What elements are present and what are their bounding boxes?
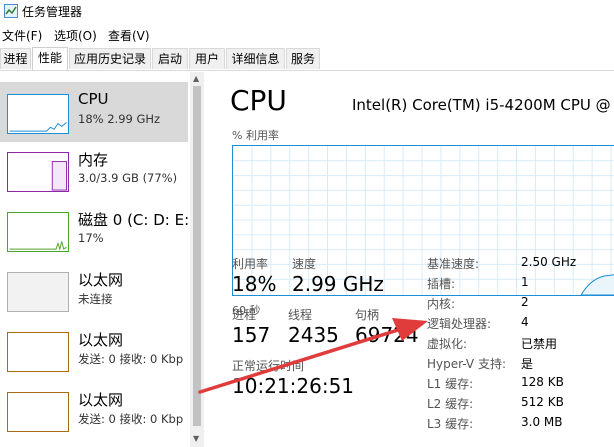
uptime-label: 正常运行时间 — [232, 359, 305, 373]
cpu-detail-panel: CPU Intel(R) Core(TM) i5-4200M CPU @ % 利… — [205, 72, 614, 447]
resource-list: CPU 18% 2.99 GHz 内存 3.0/3.9 GB (77%) 磁盘 … — [0, 72, 204, 447]
spec-value-l1-cache: 128 KB — [521, 375, 564, 389]
resource-name-ethernet-1: 以太网 — [78, 271, 124, 289]
resource-item-ethernet-1[interactable]: 以太网 未连接 — [0, 262, 188, 322]
resource-sub-ethernet-2: 发送: 0 接收: 0 Kbp — [78, 352, 184, 366]
cpu-model-name: Intel(R) Core(TM) i5-4200M CPU @ — [352, 96, 611, 114]
speed-label: 速度 — [292, 257, 317, 271]
spec-value-virtualization: 已禁用 — [521, 337, 558, 351]
spec-label-virtualization: 虚拟化: — [427, 337, 468, 351]
resource-name-ethernet-2: 以太网 — [78, 331, 124, 349]
tab-bar: 进程 性能 应用历史记录 启动 用户 详细信息 服务 — [0, 47, 614, 71]
title-bar: 任务管理器 — [0, 0, 614, 24]
resource-name-memory: 内存 — [78, 151, 109, 169]
spec-value-logical-processors: 4 — [521, 315, 529, 329]
window-title: 任务管理器 — [22, 5, 83, 19]
tab-users[interactable]: 用户 — [189, 48, 225, 69]
spec-label-base-speed: 基准速度: — [427, 257, 480, 271]
ethernet-3-thumbnail-graph — [7, 392, 69, 432]
spec-value-cores: 2 — [521, 295, 529, 309]
resource-sub-disk: 17% — [78, 231, 104, 245]
spec-label-cores: 内核: — [427, 297, 456, 311]
resource-sub-cpu: 18% 2.99 GHz — [78, 112, 161, 126]
spec-value-sockets: 1 — [521, 275, 529, 289]
spec-value-hyperv: 是 — [521, 357, 534, 371]
ethernet-1-thumbnail-graph — [7, 272, 69, 312]
ethernet-2-thumbnail-graph — [7, 332, 69, 372]
resource-sub-ethernet-3: 发送: 0 接收: 0 Kbp — [78, 412, 184, 426]
resource-name-disk: 磁盘 0 (C: D: E: — [78, 211, 190, 229]
resource-list-scrollbar[interactable]: ▲ ▼ — [190, 72, 204, 447]
menu-file[interactable]: 文件(F) — [2, 27, 42, 44]
cpu-thumbnail-graph — [7, 94, 69, 134]
scroll-up-icon[interactable]: ▲ — [193, 74, 199, 83]
scroll-down-icon[interactable]: ▼ — [193, 434, 199, 443]
tab-performance[interactable]: 性能 — [32, 47, 68, 70]
menu-bar: 文件(F) 选项(O) 查看(V) — [0, 24, 614, 46]
spec-value-l3-cache: 3.0 MB — [521, 415, 563, 429]
uptime-value: 10:21:26:51 — [232, 374, 355, 398]
disk-thumbnail-graph — [7, 212, 69, 252]
cpu-utilization-graph — [232, 145, 614, 296]
spec-label-logical-processors: 逻辑处理器: — [427, 317, 492, 331]
scrollbar-thumb[interactable] — [193, 86, 201, 426]
resource-item-disk[interactable]: 磁盘 0 (C: D: E: 17% — [0, 202, 190, 262]
tab-processes[interactable]: 进程 — [0, 48, 31, 69]
memory-thumbnail-graph — [7, 152, 69, 192]
handles-label: 句柄 — [355, 308, 380, 322]
processes-value: 157 — [232, 323, 271, 347]
processes-label: 进程 — [232, 308, 257, 322]
resource-name-cpu: CPU — [78, 90, 109, 108]
threads-label: 线程 — [288, 308, 313, 322]
spec-value-base-speed: 2.50 GHz — [521, 255, 577, 269]
spec-label-l3-cache: L3 缓存: — [427, 417, 474, 431]
tab-app-history[interactable]: 应用历史记录 — [69, 48, 151, 69]
spec-value-l2-cache: 512 KB — [521, 395, 564, 409]
resource-item-memory[interactable]: 内存 3.0/3.9 GB (77%) — [0, 142, 188, 202]
resource-item-cpu[interactable]: CPU 18% 2.99 GHz — [0, 82, 188, 142]
task-manager-icon — [4, 4, 18, 18]
spec-label-hyperv: Hyper-V 支持: — [427, 357, 506, 371]
resource-item-ethernet-3[interactable]: 以太网 发送: 0 接收: 0 Kbp — [0, 382, 188, 442]
page-title: CPU — [230, 84, 287, 117]
menu-view[interactable]: 查看(V) — [108, 27, 150, 44]
tab-services[interactable]: 服务 — [286, 48, 320, 69]
resource-sub-ethernet-1: 未连接 — [78, 292, 113, 306]
spec-label-l1-cache: L1 缓存: — [427, 377, 474, 391]
menu-options[interactable]: 选项(O) — [54, 27, 97, 44]
tab-startup[interactable]: 启动 — [152, 48, 188, 69]
handles-value: 69724 — [355, 323, 419, 347]
spec-label-l2-cache: L2 缓存: — [427, 397, 474, 411]
tab-details[interactable]: 详细信息 — [226, 48, 285, 69]
resource-sub-memory: 3.0/3.9 GB (77%) — [78, 171, 178, 185]
utilization-value: 18% — [232, 272, 277, 296]
utilization-label: 利用率 — [232, 257, 269, 271]
resource-name-ethernet-3: 以太网 — [78, 391, 124, 409]
resource-item-ethernet-2[interactable]: 以太网 发送: 0 接收: 0 Kbp — [0, 322, 188, 382]
graph-y-label: % 利用率 — [232, 129, 279, 142]
spec-label-sockets: 插槽: — [427, 277, 456, 291]
speed-value: 2.99 GHz — [292, 272, 384, 296]
threads-value: 2435 — [288, 323, 339, 347]
